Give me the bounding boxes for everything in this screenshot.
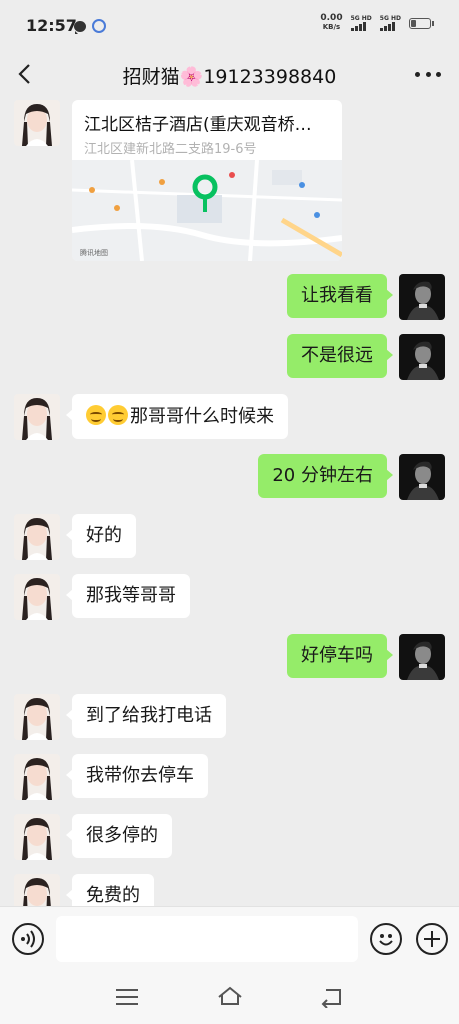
plus-icon — [424, 931, 440, 947]
contact-avatar[interactable] — [14, 754, 60, 800]
message-text: 那哥哥什么时候来 — [130, 406, 274, 427]
contact-avatar[interactable] — [14, 874, 60, 906]
contact-avatar[interactable] — [14, 100, 60, 146]
recent-apps-button[interactable] — [116, 989, 138, 1005]
contact-avatar[interactable] — [14, 574, 60, 620]
message-text: 好的 — [86, 525, 122, 546]
sent-message-bubble[interactable]: 20 分钟左右 — [258, 454, 393, 498]
message-text: 免费的 — [86, 885, 140, 906]
contact-avatar[interactable] — [14, 394, 60, 440]
my-avatar[interactable] — [399, 454, 445, 500]
battery-icon — [409, 17, 434, 29]
received-message-bubble[interactable]: 那哥哥什么时候来 — [66, 394, 288, 439]
contact-avatar[interactable] — [14, 814, 60, 860]
voice-input-button[interactable] — [12, 923, 44, 955]
system-nav-bar — [0, 970, 459, 1024]
chat-title: 招财猫🌸19123398840 — [122, 66, 337, 88]
my-avatar[interactable] — [399, 634, 445, 680]
system-back-button[interactable] — [320, 986, 344, 1009]
smiley-icon — [379, 934, 393, 946]
map-provider-label: 腾讯地图 — [80, 249, 108, 257]
message-text: 让我看看 — [301, 285, 373, 306]
back-button[interactable] — [14, 60, 40, 88]
message-notification-icon — [74, 20, 86, 34]
smile-emoji-icon — [108, 405, 128, 425]
sent-message-bubble[interactable]: 好停车吗 — [287, 634, 393, 678]
smile-emoji-icon — [86, 405, 106, 425]
chevron-left-icon — [18, 64, 30, 84]
home-icon — [218, 986, 242, 1005]
message-text: 不是很远 — [301, 345, 373, 366]
app-notification-icon — [92, 19, 106, 33]
location-name: 江北区桔子酒店(重庆观音桥… — [84, 115, 312, 135]
voice-icon — [21, 930, 35, 948]
message-text: 好停车吗 — [301, 645, 373, 666]
network-speed: 0.00 KB/s — [320, 13, 343, 32]
ellipsis-icon — [415, 71, 420, 77]
message-text: 20 分钟左右 — [272, 465, 373, 486]
chat-header: 招财猫🌸19123398840 — [0, 54, 459, 94]
back-arrow-icon — [321, 989, 341, 1009]
sent-message-bubble[interactable]: 不是很远 — [287, 334, 393, 378]
message-input[interactable] — [56, 916, 358, 962]
signal-strength-icon: 5G HD — [379, 15, 401, 31]
status-time: 12:57 — [26, 16, 77, 35]
sent-message-bubble[interactable]: 让我看看 — [287, 274, 393, 318]
contact-avatar[interactable] — [14, 694, 60, 740]
battery-level — [411, 19, 417, 27]
location-message-card[interactable]: 江北区桔子酒店(重庆观音桥… 江北区建新北路二支路19-6号 腾讯地图 — [72, 100, 342, 261]
emoji-button[interactable] — [370, 923, 402, 955]
received-message-bubble[interactable]: 我带你去停车 — [66, 754, 208, 798]
status-bar: 12:57 0.00 KB/s 5G HD 5G HD — [0, 0, 459, 54]
more-options-button[interactable] — [415, 62, 441, 86]
message-text: 很多停的 — [86, 825, 158, 846]
contact-avatar[interactable] — [14, 514, 60, 560]
received-message-bubble[interactable]: 到了给我打电话 — [66, 694, 226, 738]
message-text: 那我等哥哥 — [86, 585, 176, 606]
received-message-bubble[interactable]: 很多停的 — [66, 814, 172, 858]
received-message-bubble[interactable]: 免费的 — [66, 874, 154, 906]
my-avatar[interactable] — [399, 334, 445, 380]
more-functions-button[interactable] — [416, 923, 448, 955]
signal-strength-icon: 5G HD — [350, 15, 372, 31]
received-message-bubble[interactable]: 那我等哥哥 — [66, 574, 190, 618]
location-address: 江北区建新北路二支路19-6号 — [84, 142, 257, 157]
message-text: 到了给我打电话 — [86, 705, 212, 726]
message-text: 我带你去停车 — [86, 765, 194, 786]
location-map: 腾讯地图 — [72, 159, 342, 261]
received-message-bubble[interactable]: 好的 — [66, 514, 136, 558]
message-list[interactable]: 江北区桔子酒店(重庆观音桥… 江北区建新北路二支路19-6号 腾讯地图 让我看看… — [0, 94, 459, 906]
my-avatar[interactable] — [399, 274, 445, 320]
input-bar — [0, 906, 459, 970]
home-button[interactable] — [216, 984, 244, 1008]
